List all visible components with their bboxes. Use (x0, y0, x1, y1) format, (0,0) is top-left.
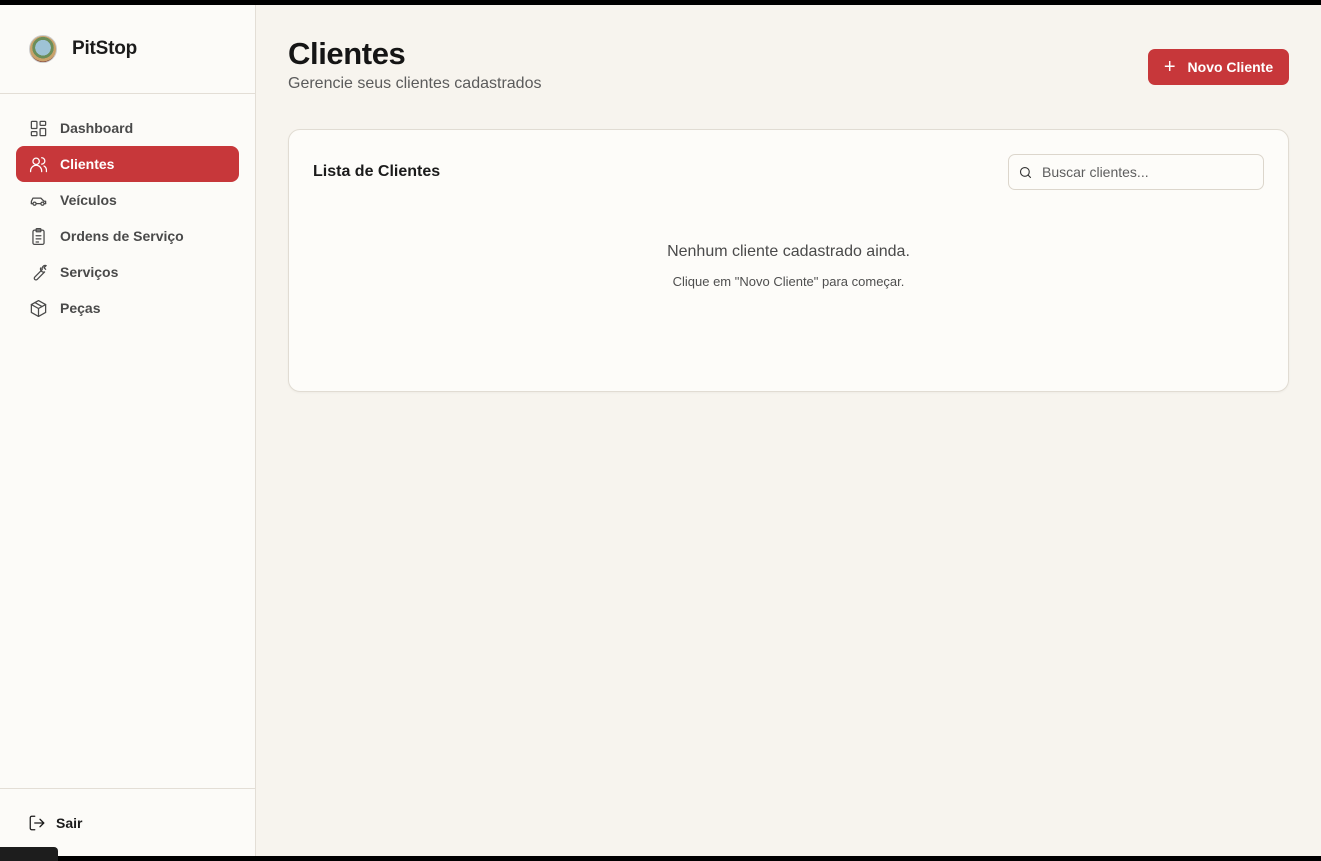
app-frame: PitStop Dashboard Clientes Veículos Orde… (0, 5, 1321, 861)
sidebar-footer: Sair (0, 788, 255, 856)
sidebar-item-label: Veículos (60, 192, 117, 208)
sidebar: PitStop Dashboard Clientes Veículos Orde… (0, 5, 256, 861)
sidebar-item-label: Dashboard (60, 120, 134, 136)
logo-icon (29, 35, 57, 63)
sidebar-nav: Dashboard Clientes Veículos Ordens de Se… (0, 94, 255, 326)
logout-label: Sair (56, 814, 83, 831)
corner-tab (0, 847, 58, 861)
clipboard-icon (28, 226, 48, 246)
car-icon (28, 190, 48, 210)
main-content: Clientes Gerencie seus clientes cadastra… (256, 5, 1321, 856)
search-box[interactable] (1008, 154, 1264, 190)
wrench-icon (28, 262, 48, 282)
brand-name: PitStop (72, 38, 138, 59)
empty-state-title: Nenhum cliente cadastrado ainda. (667, 243, 910, 260)
card-header: Lista de Clientes (289, 130, 1288, 190)
clients-list-card: Lista de Clientes Nenhum cliente cadastr… (288, 129, 1289, 392)
page-subtitle: Gerencie seus clientes cadastrados (288, 75, 542, 92)
page-title: Clientes (288, 36, 406, 71)
sidebar-item-clientes[interactable]: Clientes (16, 146, 239, 182)
brand[interactable]: PitStop (0, 5, 255, 94)
new-client-button[interactable]: + Novo Cliente (1148, 49, 1289, 85)
search-input[interactable] (1042, 164, 1242, 180)
plus-icon: + (1163, 56, 1176, 78)
empty-state: Nenhum cliente cadastrado ainda. Clique … (289, 243, 1288, 289)
sidebar-item-veiculos[interactable]: Veículos (16, 182, 239, 218)
sidebar-item-label: Serviços (60, 264, 119, 280)
empty-state-hint: Clique em "Novo Cliente" para começar. (672, 274, 905, 289)
sidebar-item-pecas[interactable]: Peças (16, 290, 239, 326)
users-icon (28, 154, 48, 174)
sidebar-item-ordens-de-servico[interactable]: Ordens de Serviço (16, 218, 239, 254)
sidebar-item-dashboard[interactable]: Dashboard (16, 110, 239, 146)
package-icon (28, 298, 48, 318)
search-icon (1019, 166, 1032, 178)
logout-button[interactable]: Sair (28, 814, 82, 832)
dashboard-icon (28, 118, 48, 138)
new-client-label: Novo Cliente (1187, 59, 1274, 75)
sidebar-item-servicos[interactable]: Serviços (16, 254, 239, 290)
sidebar-item-label: Ordens de Serviço (60, 228, 184, 244)
card-title: Lista de Clientes (313, 163, 441, 180)
sidebar-item-label: Clientes (60, 156, 115, 172)
sidebar-item-label: Peças (60, 300, 101, 316)
logout-icon (29, 815, 45, 830)
